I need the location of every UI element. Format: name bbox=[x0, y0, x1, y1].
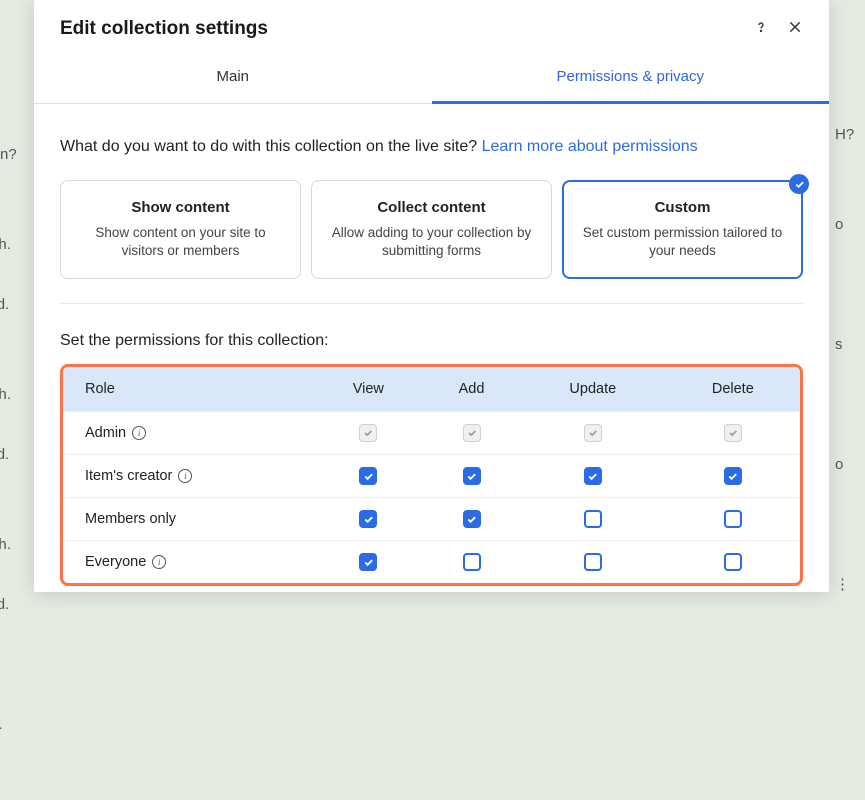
row-label-cell: Admin i bbox=[63, 412, 314, 455]
perm-cell bbox=[666, 412, 800, 455]
option-title: Custom bbox=[579, 199, 786, 216]
checkbox-locked bbox=[463, 424, 481, 442]
info-icon[interactable]: i bbox=[132, 426, 146, 440]
col-add: Add bbox=[423, 367, 520, 412]
checkbox-unchecked[interactable] bbox=[584, 553, 602, 571]
row-label-cell: Everyone i bbox=[63, 541, 314, 584]
perm-cell bbox=[520, 498, 666, 541]
checkbox-locked bbox=[359, 424, 377, 442]
learn-more-link[interactable]: Learn more about permissions bbox=[482, 138, 698, 155]
row-label: Item's creator i bbox=[85, 468, 192, 484]
checkbox-checked[interactable] bbox=[584, 467, 602, 485]
background-text-right: H?oso⋮ bbox=[835, 120, 865, 600]
checkbox-unchecked[interactable] bbox=[463, 553, 481, 571]
perm-cell bbox=[666, 455, 800, 498]
table-row: Item's creator i bbox=[63, 455, 800, 498]
table-row: Everyone i bbox=[63, 541, 800, 584]
option-title: Show content bbox=[77, 199, 284, 216]
checkbox-unchecked[interactable] bbox=[724, 553, 742, 571]
perm-cell bbox=[423, 455, 520, 498]
modal-header: Edit collection settings bbox=[34, 0, 829, 54]
row-label: Everyone i bbox=[85, 554, 166, 570]
preset-options: Show content Show content on your site t… bbox=[60, 180, 803, 279]
option-desc: Allow adding to your collection by submi… bbox=[328, 224, 535, 260]
divider bbox=[60, 303, 803, 304]
perm-cell bbox=[520, 412, 666, 455]
question-text: What do you want to do with this collect… bbox=[60, 138, 803, 156]
tab-permissions[interactable]: Permissions & privacy bbox=[432, 54, 830, 103]
checkbox-locked bbox=[724, 424, 742, 442]
close-icon[interactable] bbox=[787, 19, 803, 40]
info-icon[interactable]: i bbox=[152, 555, 166, 569]
edit-collection-modal: Edit collection settings Main Permission… bbox=[34, 0, 829, 592]
modal-title: Edit collection settings bbox=[60, 18, 268, 40]
info-icon[interactable]: i bbox=[178, 469, 192, 483]
col-view: View bbox=[314, 367, 423, 412]
background-text: ongcription?m aagraph.I'mnected.m aagrap… bbox=[0, 110, 17, 800]
checkbox-unchecked[interactable] bbox=[724, 510, 742, 528]
option-custom[interactable]: Custom Set custom permission tailored to… bbox=[562, 180, 803, 279]
perm-cell bbox=[423, 412, 520, 455]
perm-cell bbox=[314, 455, 423, 498]
option-desc: Set custom permission tailored to your n… bbox=[579, 224, 786, 260]
modal-content: What do you want to do with this collect… bbox=[34, 104, 829, 592]
header-actions bbox=[753, 19, 803, 40]
checkbox-checked[interactable] bbox=[463, 510, 481, 528]
checkbox-checked[interactable] bbox=[724, 467, 742, 485]
col-delete: Delete bbox=[666, 367, 800, 412]
perm-cell bbox=[314, 541, 423, 584]
selected-check-icon bbox=[789, 174, 809, 194]
permissions-highlight: Role View Add Update Delete Admin i Item'… bbox=[60, 364, 803, 586]
row-label: Members only bbox=[85, 511, 176, 527]
help-icon[interactable] bbox=[753, 19, 769, 40]
perm-cell bbox=[666, 541, 800, 584]
table-row: Members only bbox=[63, 498, 800, 541]
perm-cell bbox=[314, 412, 423, 455]
checkbox-unchecked[interactable] bbox=[584, 510, 602, 528]
checkbox-locked bbox=[584, 424, 602, 442]
permissions-table: Role View Add Update Delete Admin i Item'… bbox=[63, 367, 800, 583]
perm-cell bbox=[314, 498, 423, 541]
checkbox-checked[interactable] bbox=[463, 467, 481, 485]
table-header-row: Role View Add Update Delete bbox=[63, 367, 800, 412]
perm-cell bbox=[423, 541, 520, 584]
question-label: What do you want to do with this collect… bbox=[60, 138, 482, 155]
checkbox-checked[interactable] bbox=[359, 467, 377, 485]
row-label-cell: Members only bbox=[63, 498, 314, 541]
perm-cell bbox=[666, 498, 800, 541]
option-title: Collect content bbox=[328, 199, 535, 216]
perm-cell bbox=[520, 541, 666, 584]
row-label: Admin i bbox=[85, 425, 146, 441]
perm-cell bbox=[423, 498, 520, 541]
tab-main[interactable]: Main bbox=[34, 54, 432, 103]
col-role: Role bbox=[63, 367, 314, 412]
permissions-label: Set the permissions for this collection: bbox=[60, 332, 803, 350]
checkbox-checked[interactable] bbox=[359, 510, 377, 528]
checkbox-checked[interactable] bbox=[359, 553, 377, 571]
perm-cell bbox=[520, 455, 666, 498]
option-desc: Show content on your site to visitors or… bbox=[77, 224, 284, 260]
option-show-content[interactable]: Show content Show content on your site t… bbox=[60, 180, 301, 279]
tabs: Main Permissions & privacy bbox=[34, 54, 829, 104]
row-label-cell: Item's creator i bbox=[63, 455, 314, 498]
table-row: Admin i bbox=[63, 412, 800, 455]
option-collect-content[interactable]: Collect content Allow adding to your col… bbox=[311, 180, 552, 279]
col-update: Update bbox=[520, 367, 666, 412]
